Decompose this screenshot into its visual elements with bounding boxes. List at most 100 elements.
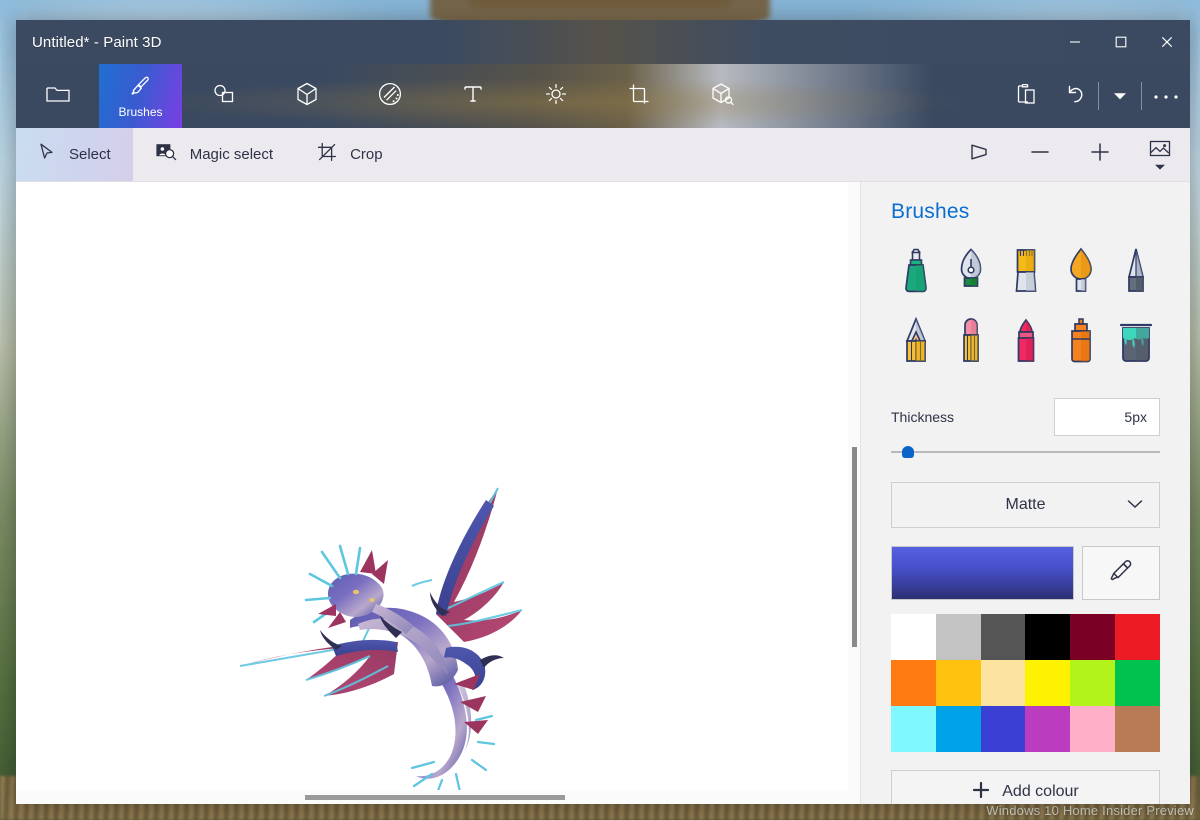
swatch-2[interactable] [981,614,1026,660]
tab-effects[interactable] [514,64,597,128]
horizontal-scrollbar-thumb[interactable] [305,795,565,800]
swatch-9[interactable] [1025,660,1070,706]
chevron-down-icon [1127,496,1143,514]
tab-3d-library[interactable] [680,64,763,128]
material-value: Matte [1005,496,1045,514]
swatch-1[interactable] [936,614,981,660]
perspective-view-button[interactable] [950,128,1010,181]
more-ellipsis-icon [1153,87,1179,105]
thickness-input[interactable]: 5px [1054,398,1160,436]
view-options-button[interactable] [1130,128,1190,181]
toolbar-spacer [763,64,1002,128]
brush-calligraphy-pen[interactable] [946,242,995,304]
cube-3d-icon [295,81,319,112]
swatch-12[interactable] [891,706,936,752]
brush-eraser[interactable] [946,312,995,374]
pencil-icon [899,317,933,369]
brush-spray-can[interactable] [1056,312,1105,374]
swatch-11[interactable] [1115,660,1160,706]
desktop-background: Windows 10 Home Insider Preview Untitled… [0,0,1200,820]
swatch-6[interactable] [891,660,936,706]
material-dropdown[interactable]: Matte [891,482,1160,528]
menu-folder-icon [45,83,71,110]
thickness-slider[interactable] [891,444,1160,460]
magic-select-button[interactable]: Magic select [133,128,295,181]
brush-pencil[interactable] [891,312,940,374]
swatch-13[interactable] [936,706,981,752]
eyedropper-icon [1108,558,1134,589]
minimize-button[interactable] [1052,20,1098,64]
crop-label: Crop [350,146,383,163]
swatch-0[interactable] [891,614,936,660]
tab-2d-shapes[interactable] [182,64,265,128]
undo-button[interactable] [1050,64,1098,128]
paint3d-window: Untitled* - Paint 3D [16,20,1190,804]
swatch-14[interactable] [981,706,1026,752]
eyedropper-button[interactable] [1082,546,1160,600]
swatch-7[interactable] [936,660,981,706]
brush-oil[interactable] [1001,242,1050,304]
zoom-out-icon [1029,141,1051,168]
swatch-10[interactable] [1070,660,1115,706]
tab-stickers[interactable] [348,64,431,128]
3d-library-icon [709,81,735,112]
menu-button[interactable] [16,64,99,128]
swatch-8[interactable] [981,660,1026,706]
watercolour-icon [1064,247,1098,299]
stickers-icon [377,81,403,112]
brush-grid [891,242,1160,374]
canvas-vertical-scrollbar[interactable] [848,182,860,790]
thickness-value: 5px [1124,409,1147,425]
tab-3d-shapes[interactable] [265,64,348,128]
tab-brushes[interactable]: Brushes [99,64,182,128]
3d-dragon-model[interactable] [236,474,536,804]
windows-insider-watermark: Windows 10 Home Insider Preview [986,803,1194,818]
app-body: Brushes [16,182,1190,804]
add-colour-button[interactable]: Add colour [891,770,1160,804]
maximize-button[interactable] [1098,20,1144,64]
add-colour-label: Add colour [1002,783,1079,801]
zoom-in-button[interactable] [1070,128,1130,181]
close-button[interactable] [1144,20,1190,64]
swatch-3[interactable] [1025,614,1070,660]
swatch-4[interactable] [1070,614,1115,660]
more-options-button[interactable] [1142,64,1190,128]
text-icon [461,82,485,111]
cursor-select-icon [38,142,56,167]
current-colour-swatch[interactable] [891,546,1074,600]
brush-marker[interactable] [891,242,940,304]
brush-icon [129,74,153,103]
magic-select-label: Magic select [190,146,273,163]
swatch-15[interactable] [1025,706,1070,752]
title-bar[interactable]: Untitled* - Paint 3D [16,20,1190,64]
paste-button[interactable] [1002,64,1050,128]
swatch-17[interactable] [1115,706,1160,752]
history-dropdown-button[interactable] [1099,64,1141,128]
swatch-16[interactable] [1070,706,1115,752]
canvas-frame-icon [627,82,651,111]
sub-toolbar-spacer [405,128,950,181]
tab-text[interactable] [431,64,514,128]
marker-icon [899,247,933,299]
pixel-pen-icon [1119,247,1153,299]
drawing-canvas[interactable] [16,182,848,790]
thickness-label: Thickness [891,409,954,425]
crop-icon [317,142,337,167]
canvas-horizontal-scrollbar[interactable] [16,790,848,804]
zoom-out-button[interactable] [1010,128,1070,181]
chevron-down-icon [1155,157,1165,175]
panel-heading: Brushes [891,200,1160,224]
brush-watercolour[interactable] [1056,242,1105,304]
canvas-area[interactable] [16,182,860,804]
slider-thumb[interactable] [902,446,914,458]
tab-canvas[interactable] [597,64,680,128]
oil-brush-icon [1009,247,1043,299]
swatch-5[interactable] [1115,614,1160,660]
brush-fill[interactable] [1111,312,1160,374]
vertical-scrollbar-thumb[interactable] [852,447,857,647]
brush-pixel-pen[interactable] [1111,242,1160,304]
plus-icon [972,781,990,804]
crop-button[interactable]: Crop [295,128,405,181]
select-button[interactable]: Select [16,128,133,181]
brush-crayon[interactable] [1001,312,1050,374]
